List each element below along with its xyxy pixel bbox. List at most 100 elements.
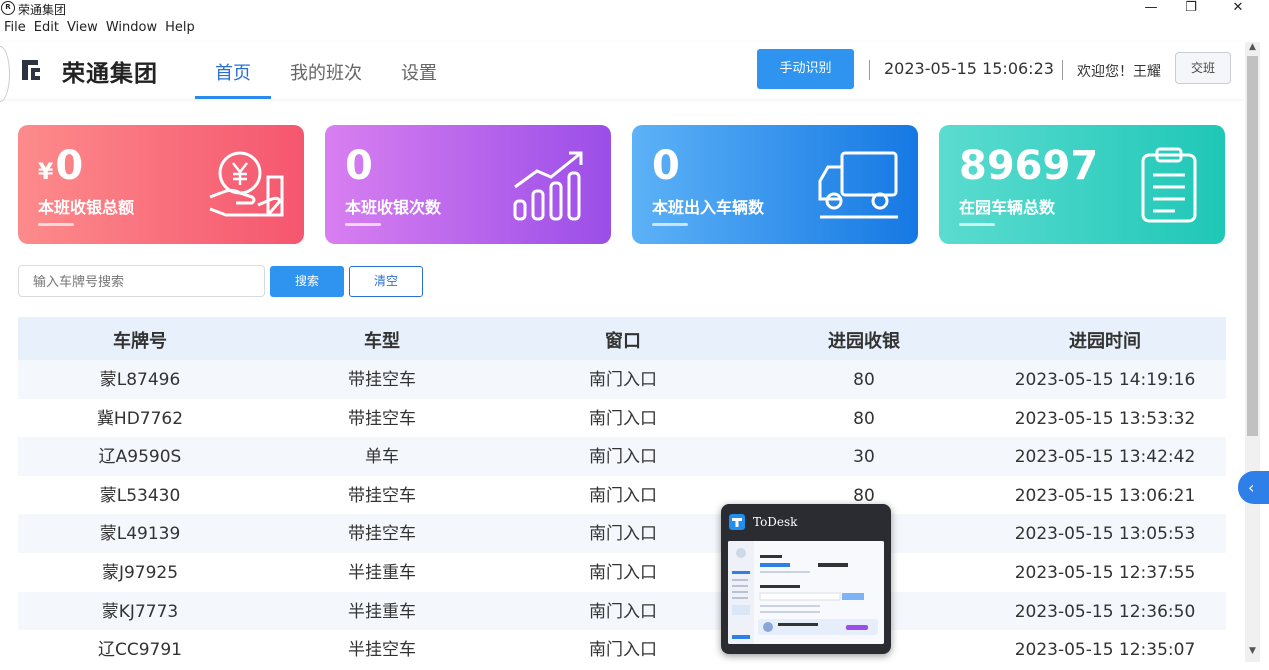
table-row[interactable]: 冀HD7762 带挂空车 南门入口 80 2023-05-15 13:53:32 bbox=[18, 398, 1226, 438]
menu-help[interactable]: Help bbox=[165, 20, 195, 40]
app-header: 荣通集团 首页 我的班次 设置 手动识别 2023-05-15 15:06:23… bbox=[0, 42, 1245, 99]
brand-name: 荣通集团 bbox=[62, 61, 158, 87]
column-header-plate[interactable]: 车牌号 bbox=[18, 317, 262, 360]
growth-chart-icon bbox=[513, 151, 583, 221]
nav-active-indicator bbox=[195, 96, 271, 99]
stat-underline bbox=[959, 223, 995, 226]
divider bbox=[869, 60, 870, 80]
welcome-user: 欢迎您！王耀 bbox=[1077, 64, 1161, 80]
handover-button[interactable]: 交班 bbox=[1175, 52, 1231, 84]
manual-recognize-button[interactable]: 手动识别 bbox=[757, 49, 854, 89]
menu-edit[interactable]: Edit bbox=[34, 20, 59, 40]
cell-window: 南门入口 bbox=[589, 408, 657, 429]
table-row[interactable]: 蒙L53430 带挂空车 南门入口 80 2023-05-15 13:06:21 bbox=[18, 475, 1226, 515]
app-logo-icon: R bbox=[1, 1, 15, 15]
table-row[interactable]: 辽CC9791 半挂空车 南门入口 2023-05-15 12:35:07 bbox=[18, 630, 1226, 669]
cell-window: 南门入口 bbox=[589, 485, 657, 506]
table-row[interactable]: 蒙L87496 带挂空车 南门入口 80 2023-05-15 14:19:16 bbox=[18, 360, 1226, 399]
stat-card-vehicles-in-park: 89697 在园车辆总数 bbox=[939, 125, 1225, 244]
cell-entry-time: 2023-05-15 13:53:32 bbox=[1014, 408, 1196, 429]
maximize-button[interactable]: ❐ bbox=[1171, 0, 1211, 18]
cell-entry-time: 2023-05-15 13:05:53 bbox=[1014, 524, 1196, 545]
table-row[interactable]: 辽A9590S 单车 南门入口 30 2023-05-15 13:42:42 bbox=[18, 437, 1226, 476]
todesk-preview-popup[interactable]: ToDesk bbox=[721, 504, 891, 654]
table-header: 车牌号 车型 窗口 进园收银 进园时间 bbox=[18, 317, 1226, 360]
cell-type: 带挂空车 bbox=[348, 408, 416, 429]
cell-entry-time: 2023-05-15 13:42:42 bbox=[1014, 447, 1196, 468]
scroll-down-icon[interactable]: ▼ bbox=[1245, 646, 1260, 658]
stat-label: 本班收银总额 bbox=[38, 198, 135, 217]
cell-window: 南门入口 bbox=[589, 601, 657, 622]
chevron-left-icon: ‹ bbox=[1248, 478, 1255, 497]
clear-button[interactable]: 清空 bbox=[349, 266, 423, 297]
stat-underline bbox=[652, 223, 688, 226]
cell-plate: 蒙L49139 bbox=[99, 524, 181, 545]
todesk-window-thumbnail bbox=[728, 541, 884, 644]
vertical-scrollbar[interactable]: ▲ ▼ bbox=[1245, 42, 1260, 662]
menu-window[interactable]: Window bbox=[106, 20, 157, 40]
scroll-thumb[interactable] bbox=[1247, 56, 1258, 436]
popup-title: ToDesk bbox=[753, 515, 798, 529]
cell-type: 带挂空车 bbox=[348, 485, 416, 506]
stat-value: 0 bbox=[345, 143, 373, 189]
stat-card-total-amount: ¥0 本班收银总额 bbox=[18, 125, 304, 244]
window-title: 荣通集团 bbox=[18, 3, 67, 17]
cell-window: 南门入口 bbox=[589, 524, 657, 545]
minimize-button[interactable]: — bbox=[1131, 0, 1171, 18]
column-header-window[interactable]: 窗口 bbox=[502, 317, 744, 360]
plate-search-input[interactable] bbox=[18, 265, 265, 297]
column-header-type[interactable]: 车型 bbox=[262, 317, 502, 360]
cell-entry-time: 2023-05-15 14:19:16 bbox=[1014, 370, 1196, 390]
cell-type: 单车 bbox=[365, 447, 399, 468]
cell-fee: 80 bbox=[853, 370, 875, 390]
cell-type: 半挂空车 bbox=[348, 640, 416, 661]
cell-plate: 冀HD7762 bbox=[96, 408, 184, 429]
truck-icon bbox=[818, 151, 898, 219]
stat-card-transaction-count: 0 本班收银次数 bbox=[325, 125, 611, 244]
close-button[interactable]: ✕ bbox=[1218, 0, 1258, 18]
column-header-entry-time[interactable]: 进园时间 bbox=[984, 317, 1226, 360]
stat-underline bbox=[345, 223, 381, 226]
thumbnail-image bbox=[728, 541, 884, 644]
menu-file[interactable]: File bbox=[4, 20, 26, 40]
cell-fee: 80 bbox=[853, 408, 875, 429]
cell-type: 带挂空车 bbox=[348, 524, 416, 545]
cell-fee: 30 bbox=[853, 447, 875, 468]
table-row[interactable]: 蒙L49139 带挂空车 南门入口 2023-05-15 13:05:53 bbox=[18, 514, 1226, 553]
table-row[interactable]: 蒙J97925 半挂重车 南门入口 2023-05-15 12:37:55 bbox=[18, 552, 1226, 592]
cell-entry-time: 2023-05-15 13:06:21 bbox=[1014, 485, 1196, 506]
cell-type: 带挂空车 bbox=[348, 370, 416, 390]
cell-window: 南门入口 bbox=[589, 640, 657, 661]
cell-entry-time: 2023-05-15 12:36:50 bbox=[1014, 601, 1196, 622]
table-row[interactable]: 蒙KJ7773 半挂重车 南门入口 2023-05-15 12:36:50 bbox=[18, 591, 1226, 631]
cell-plate: 辽CC9791 bbox=[97, 640, 182, 661]
nav-settings[interactable]: 设置 bbox=[401, 59, 437, 85]
cell-entry-time: 2023-05-15 12:35:07 bbox=[1014, 640, 1196, 661]
stat-label: 在园车辆总数 bbox=[959, 198, 1056, 217]
cell-type: 半挂重车 bbox=[348, 562, 416, 583]
cell-window: 南门入口 bbox=[589, 447, 657, 468]
scroll-up-icon[interactable]: ▲ bbox=[1245, 42, 1260, 54]
title-bar: R 荣通集团 — ❐ ✕ bbox=[0, 0, 1269, 18]
cell-plate: 辽A9590S bbox=[98, 447, 182, 468]
cell-window: 南门入口 bbox=[589, 562, 657, 583]
search-button[interactable]: 搜索 bbox=[270, 266, 344, 297]
side-collapse-tab[interactable]: ‹ bbox=[1238, 471, 1269, 504]
stat-card-vehicle-count: 0 本班出入车辆数 bbox=[632, 125, 918, 244]
nav-home[interactable]: 首页 bbox=[215, 59, 251, 85]
stat-value: 0 bbox=[652, 143, 680, 189]
cell-entry-time: 2023-05-15 12:37:55 bbox=[1014, 562, 1196, 583]
cell-plate: 蒙L53430 bbox=[99, 485, 181, 506]
nav-my-shifts[interactable]: 我的班次 bbox=[290, 59, 362, 85]
cell-plate: 蒙J97925 bbox=[101, 562, 179, 583]
menu-view[interactable]: View bbox=[67, 20, 98, 40]
cell-window: 南门入口 bbox=[589, 370, 657, 390]
cell-plate: 蒙KJ7773 bbox=[101, 601, 179, 622]
money-hand-icon bbox=[209, 151, 284, 217]
stat-value: 89697 bbox=[959, 143, 1099, 189]
vehicle-table: 车牌号 车型 窗口 进园收银 进园时间 蒙L87496 带挂空车 南门入口 80 202… bbox=[18, 317, 1226, 669]
stat-underline bbox=[38, 223, 74, 226]
current-datetime: 2023-05-15 15:06:23 bbox=[884, 59, 1054, 78]
stat-label: 本班出入车辆数 bbox=[652, 198, 765, 217]
column-header-fee[interactable]: 进园收银 bbox=[744, 317, 984, 360]
